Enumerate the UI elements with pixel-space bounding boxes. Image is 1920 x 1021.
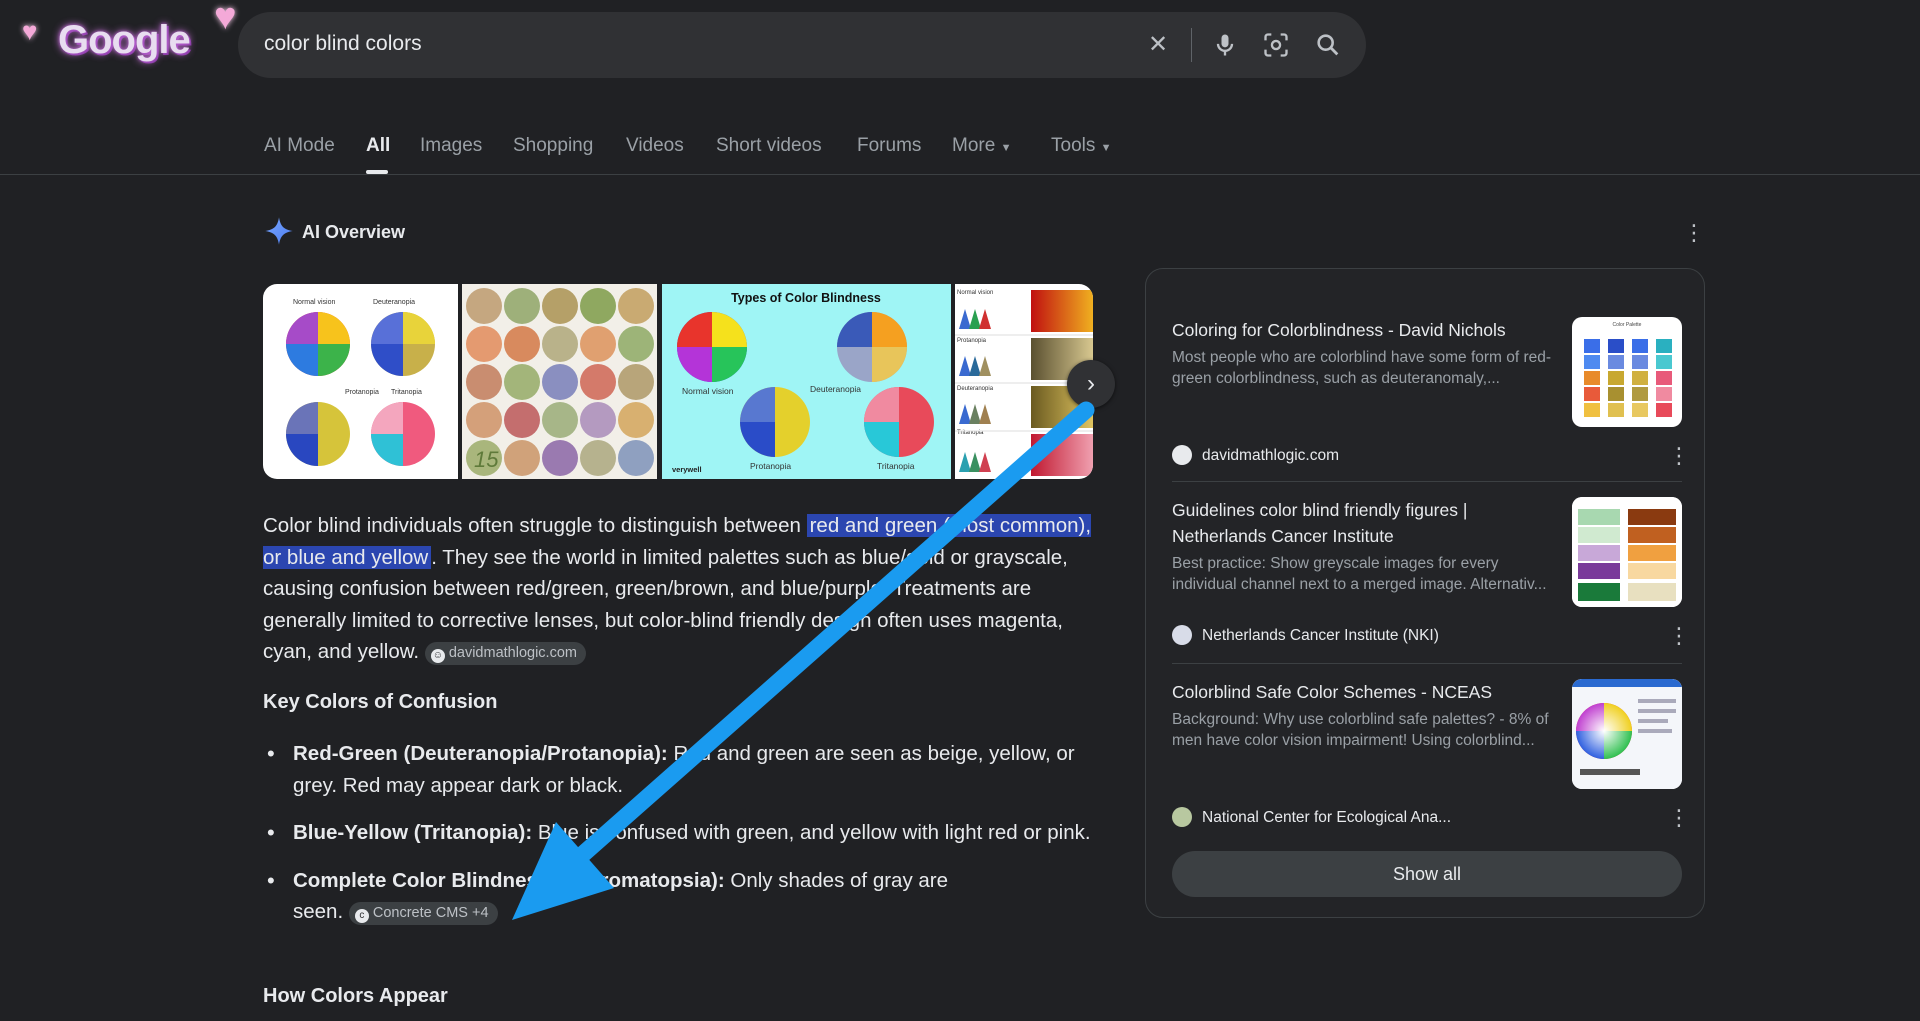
tab-short-videos[interactable]: Short videos [716, 135, 822, 157]
tab-all[interactable]: All [366, 135, 390, 157]
source-site[interactable]: davidmathlogic.com [1172, 445, 1339, 465]
source-more-icon[interactable]: ⋮ [1668, 625, 1690, 647]
img4-label-deuteranopia: Deuteranopia [957, 386, 994, 392]
source-thumbnail[interactable]: Color Palette [1572, 317, 1682, 427]
logo-text: Google [58, 18, 191, 62]
list-item-term: Complete Color Blindness (Achromatopsia)… [293, 868, 725, 892]
site-favicon-icon: c [354, 909, 369, 923]
chevron-down-icon: ▼ [1100, 142, 1112, 154]
lens-camera-icon[interactable] [1262, 31, 1290, 59]
tab-videos[interactable]: Videos [626, 135, 684, 157]
header-divider [0, 174, 1920, 175]
site-favicon-icon: ☺ [430, 649, 445, 663]
carousel-image-1[interactable]: Normal vision Deuteranopia Protanopia Tr… [263, 284, 458, 479]
tab-tools[interactable]: Tools ▼ [1051, 135, 1112, 157]
tab-more-label: More [952, 135, 996, 156]
img4-label-normal: Normal vision [957, 290, 993, 296]
site-favicon-icon [1172, 445, 1192, 465]
img1-label-protanopia: Protanopia [345, 389, 379, 396]
source-more-icon[interactable]: ⋮ [1668, 807, 1690, 829]
tab-tools-label: Tools [1051, 135, 1096, 156]
heart-icon: ♥ [22, 16, 38, 46]
search-divider [1191, 28, 1192, 62]
img2-plate-number: 15 [474, 447, 499, 472]
list-item-term: Blue-Yellow (Tritanopia): [293, 821, 533, 844]
ai-overview-title: AI Overview [302, 222, 406, 242]
carousel-next-button[interactable]: › [1067, 360, 1115, 408]
chevron-down-icon: ▼ [1000, 142, 1012, 154]
chevron-right-icon: › [1087, 370, 1095, 397]
source-card[interactable]: Colorblind Safe Color Schemes - NCEAS Ba… [1172, 679, 1690, 829]
source-title[interactable]: Colorblind Safe Color Schemes - NCEAS [1172, 679, 1572, 705]
img3-label-deuteranopia: Deuteranopia [810, 384, 861, 394]
ai-overview-image-carousel: Normal vision Deuteranopia Protanopia Tr… [263, 284, 1093, 479]
source-snippet: Most people who are colorblind have some… [1172, 349, 1552, 387]
search-icon[interactable] [1314, 31, 1342, 59]
sources-panel: Coloring for Colorblindness - David Nich… [1145, 268, 1705, 918]
confusion-list: Red-Green (Deuteranopia/Protanopia): Red… [263, 738, 1103, 944]
ai-overview-more-icon[interactable]: ⋮ [1683, 222, 1705, 244]
carousel-image-2[interactable]: 15 [462, 284, 657, 479]
img3-label-normal: Normal vision [682, 386, 734, 396]
search-bar[interactable]: color blind colors ✕ [238, 12, 1366, 78]
img1-label-deuteranopia: Deuteranopia [373, 299, 415, 306]
tab-shopping[interactable]: Shopping [513, 135, 593, 157]
google-doodle-logo[interactable]: ♥ ♥ Google [0, 0, 237, 80]
carousel-image-3[interactable]: Types of Color Blindness Normal vision D… [662, 284, 951, 479]
source-card[interactable]: Coloring for Colorblindness - David Nich… [1172, 317, 1690, 467]
microphone-icon[interactable] [1211, 31, 1239, 59]
source-chip[interactable]: ☺ davidmathlogic.com [424, 642, 586, 665]
site-favicon-icon [1172, 625, 1192, 645]
heart-icon: ♥ [214, 0, 237, 38]
list-item: Complete Color Blindness (Achromatopsia)… [263, 865, 1103, 928]
ai-overview-summary: Color blind individuals often struggle t… [263, 510, 1103, 668]
img3-label-tritanopia: Tritanopia [877, 461, 915, 471]
source-site-label: Netherlands Cancer Institute (NKI) [1202, 627, 1439, 644]
sparkle-icon [265, 217, 293, 245]
tab-ai-mode[interactable]: AI Mode [264, 135, 335, 157]
source-title[interactable]: Guidelines color blind friendly figures … [1172, 497, 1552, 549]
source-divider [1172, 663, 1682, 664]
source-card[interactable]: Guidelines color blind friendly figures … [1172, 497, 1690, 647]
tab-images[interactable]: Images [420, 135, 482, 157]
source-site[interactable]: National Center for Ecological Ana... [1172, 807, 1451, 827]
section-heading-key-colors: Key Colors of Confusion [263, 691, 498, 713]
list-item: Blue-Yellow (Tritanopia): Blue is confus… [263, 817, 1103, 849]
list-item-term: Red-Green (Deuteranopia/Protanopia): [293, 742, 668, 765]
img1-label-tritanopia: Tritanopia [391, 389, 422, 396]
tab-forums[interactable]: Forums [857, 135, 921, 157]
source-chip-label: davidmathlogic.com [448, 645, 577, 661]
tab-more[interactable]: More ▼ [952, 135, 1011, 157]
source-snippet: Background: Why use colorblind safe pale… [1172, 711, 1549, 749]
clear-icon[interactable]: ✕ [1144, 31, 1172, 59]
img1-label-normal: Normal vision [293, 299, 336, 306]
source-thumbnail[interactable] [1572, 497, 1682, 607]
source-title[interactable]: Coloring for Colorblindness - David Nich… [1172, 317, 1572, 343]
source-site-label: National Center for Ecological Ana... [1202, 809, 1451, 826]
source-site[interactable]: Netherlands Cancer Institute (NKI) [1172, 625, 1439, 645]
img3-brand: verywell [672, 465, 702, 474]
summary-text-1: Color blind individuals often struggle t… [263, 514, 807, 537]
site-favicon-icon [1172, 807, 1192, 827]
source-divider [1172, 481, 1682, 482]
source-chip-label: Concrete CMS +4 [372, 905, 489, 921]
img3-title: Types of Color Blindness [731, 291, 881, 305]
img4-label-protanopia: Protanopia [957, 338, 987, 344]
source-thumbnail[interactable] [1572, 679, 1682, 789]
section-heading-how-colors-appear: How Colors Appear [263, 985, 448, 1007]
img3-label-protanopia: Protanopia [750, 461, 791, 471]
source-snippet: Best practice: Show greyscale images for… [1172, 555, 1547, 593]
source-site-label: davidmathlogic.com [1202, 447, 1339, 464]
list-item: Red-Green (Deuteranopia/Protanopia): Red… [263, 738, 1103, 801]
thumb-label: Color Palette [1613, 322, 1642, 328]
search-input[interactable]: color blind colors [264, 32, 422, 56]
source-more-icon[interactable]: ⋮ [1668, 445, 1690, 467]
show-all-button[interactable]: Show all [1172, 851, 1682, 897]
list-item-text: Blue is confused with green, and yellow … [532, 821, 1091, 844]
source-chip[interactable]: c Concrete CMS +4 [348, 902, 498, 925]
